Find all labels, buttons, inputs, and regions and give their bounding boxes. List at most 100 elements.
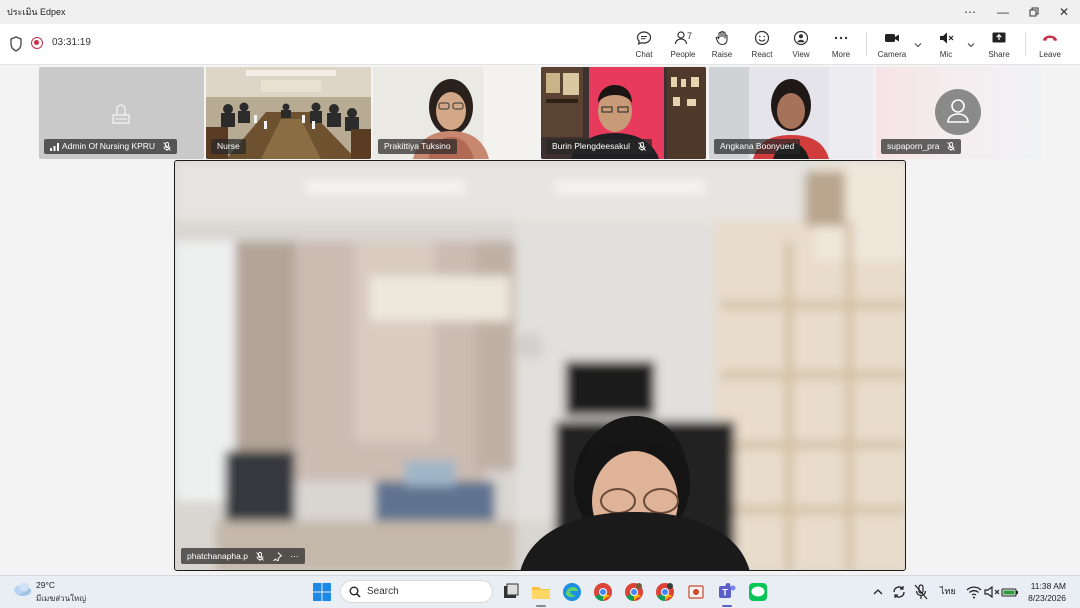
svg-text:T: T — [722, 588, 728, 598]
more-label: More — [831, 50, 851, 59]
restore-icon[interactable] — [1019, 2, 1049, 22]
more-options-icon[interactable]: ⋯ — [290, 551, 299, 561]
more-button[interactable]: More — [821, 28, 861, 62]
view-icon — [793, 30, 809, 46]
view-button[interactable]: View — [781, 28, 821, 62]
presentation-app-icon[interactable] — [685, 581, 707, 603]
camera-label: Camera — [877, 50, 907, 59]
window-title: ประเมิน Edpex — [7, 7, 66, 17]
participant-name-tag: Nurse — [211, 139, 246, 154]
window-titlebar: ประเมิน Edpex ⋯ — ✕ — [0, 0, 1080, 24]
sync-icon[interactable] — [888, 581, 910, 603]
participant-name-tag: Admin Of Nursing KPRU — [44, 139, 178, 154]
people-count: 7 — [687, 31, 693, 41]
participant-name: Prakittiya Tuksino — [384, 141, 451, 151]
participant-name: supaporn_pra — [887, 141, 940, 151]
share-button[interactable]: Share — [979, 28, 1019, 62]
mic-off-icon — [256, 552, 265, 562]
task-view-icon[interactable] — [499, 581, 521, 603]
avatar-placeholder-icon — [112, 104, 130, 124]
chat-label: Chat — [635, 50, 653, 59]
battery-icon[interactable] — [999, 581, 1021, 603]
avatar-icon — [935, 89, 981, 135]
mic-muted-icon — [940, 32, 954, 44]
share-label: Share — [988, 50, 1010, 59]
mic-off-icon — [947, 142, 956, 152]
camera-icon — [885, 34, 899, 42]
close-icon[interactable]: ✕ — [1049, 2, 1079, 22]
teams-icon[interactable]: T — [716, 581, 738, 603]
more-icon[interactable]: ⋯ — [955, 2, 985, 22]
camera-chevron-down-icon[interactable] — [913, 40, 923, 50]
mic-label: Mic — [939, 50, 953, 59]
react-button[interactable]: React — [742, 28, 782, 62]
meeting-timer: 03:31:19 — [52, 37, 91, 48]
search-label: Search — [367, 586, 399, 597]
chrome-profile-icon[interactable] — [623, 581, 645, 603]
windows-start-icon[interactable] — [311, 581, 333, 603]
chevron-up-icon[interactable] — [867, 581, 889, 603]
participant-tile[interactable]: supaporn_pra — [876, 67, 1041, 159]
hang-up-icon — [1043, 35, 1057, 41]
participant-tile-active[interactable]: Angkana Boonyued — [709, 67, 873, 159]
share-icon — [992, 32, 1006, 43]
more-dots-icon — [834, 36, 848, 40]
line-app-icon[interactable] — [747, 581, 769, 603]
participant-name-tag: Angkana Boonyued — [714, 139, 801, 154]
mic-chevron-down-icon[interactable] — [966, 40, 976, 50]
chat-button[interactable]: Chat — [624, 28, 664, 62]
people-label: People — [670, 50, 696, 59]
raise-hand-button[interactable]: Raise — [702, 28, 742, 62]
main-participant-name: phatchanapha.p — [187, 551, 248, 561]
main-video-feed — [175, 161, 905, 570]
participant-name: Nurse — [217, 141, 240, 151]
toolbar-divider — [866, 32, 867, 56]
clock-date: 8/23/2026 — [1028, 593, 1066, 603]
pin-icon[interactable] — [272, 552, 283, 562]
chrome-profile-icon[interactable] — [654, 581, 676, 603]
recording-icon — [31, 37, 43, 49]
signal-icon — [50, 142, 59, 151]
participant-tile[interactable]: Admin Of Nursing KPRU — [39, 67, 204, 159]
participant-tile[interactable]: Burin Plengdeesakul — [541, 67, 706, 159]
participant-name: Admin Of Nursing KPRU — [62, 141, 156, 151]
smiley-icon — [754, 30, 770, 46]
weather-cloud-icon[interactable] — [12, 580, 32, 598]
toolbar-divider — [1025, 32, 1026, 56]
raise-label: Raise — [711, 50, 733, 59]
taskbar-search-box[interactable]: Search — [340, 580, 493, 603]
edge-browser-icon[interactable] — [561, 581, 583, 603]
file-explorer-icon[interactable] — [530, 581, 552, 603]
mic-button[interactable]: Mic — [926, 28, 966, 62]
participant-name: Angkana Boonyued — [720, 141, 795, 151]
mic-muted-tray-icon[interactable] — [910, 581, 932, 603]
mic-off-icon — [638, 142, 646, 152]
windows-taskbar: 29°C มีเมฆส่วนใหญ่ Search T ไทย 11:38 AM… — [0, 575, 1080, 608]
chrome-icon[interactable] — [592, 581, 614, 603]
hand-icon — [715, 30, 728, 46]
system-clock[interactable]: 11:38 AM 8/23/2026 — [1028, 580, 1066, 604]
main-video-stage[interactable]: phatchanapha.p ⋯ — [174, 160, 906, 571]
search-icon — [349, 586, 361, 598]
mic-off-icon — [163, 142, 171, 152]
participant-tile[interactable]: Nurse — [206, 67, 371, 159]
react-label: React — [751, 50, 773, 59]
participant-name-tag: Prakittiya Tuksino — [378, 139, 457, 154]
camera-button[interactable]: Camera — [872, 28, 912, 62]
main-participant-name-tag: phatchanapha.p ⋯ — [181, 548, 305, 564]
chat-icon — [636, 31, 652, 46]
shield-icon[interactable] — [9, 36, 23, 52]
view-label: View — [792, 50, 810, 59]
weather-description[interactable]: มีเมฆส่วนใหญ่ — [36, 592, 86, 605]
people-button[interactable]: 7 People — [663, 28, 703, 62]
input-language[interactable]: ไทย — [940, 584, 956, 598]
leave-button[interactable]: Leave — [1030, 28, 1070, 62]
participant-name: Burin Plengdeesakul — [552, 141, 630, 151]
clock-time: 11:38 AM — [1030, 581, 1066, 591]
meeting-toolbar: 03:31:19 Chat 7 People Raise React View … — [0, 24, 1080, 65]
weather-temperature[interactable]: 29°C — [36, 580, 55, 590]
leave-label: Leave — [1039, 50, 1061, 59]
minimize-icon[interactable]: — — [988, 2, 1018, 22]
participant-tile[interactable]: Prakittiya Tuksino — [373, 67, 538, 159]
participant-name-tag: supaporn_pra — [881, 139, 962, 154]
